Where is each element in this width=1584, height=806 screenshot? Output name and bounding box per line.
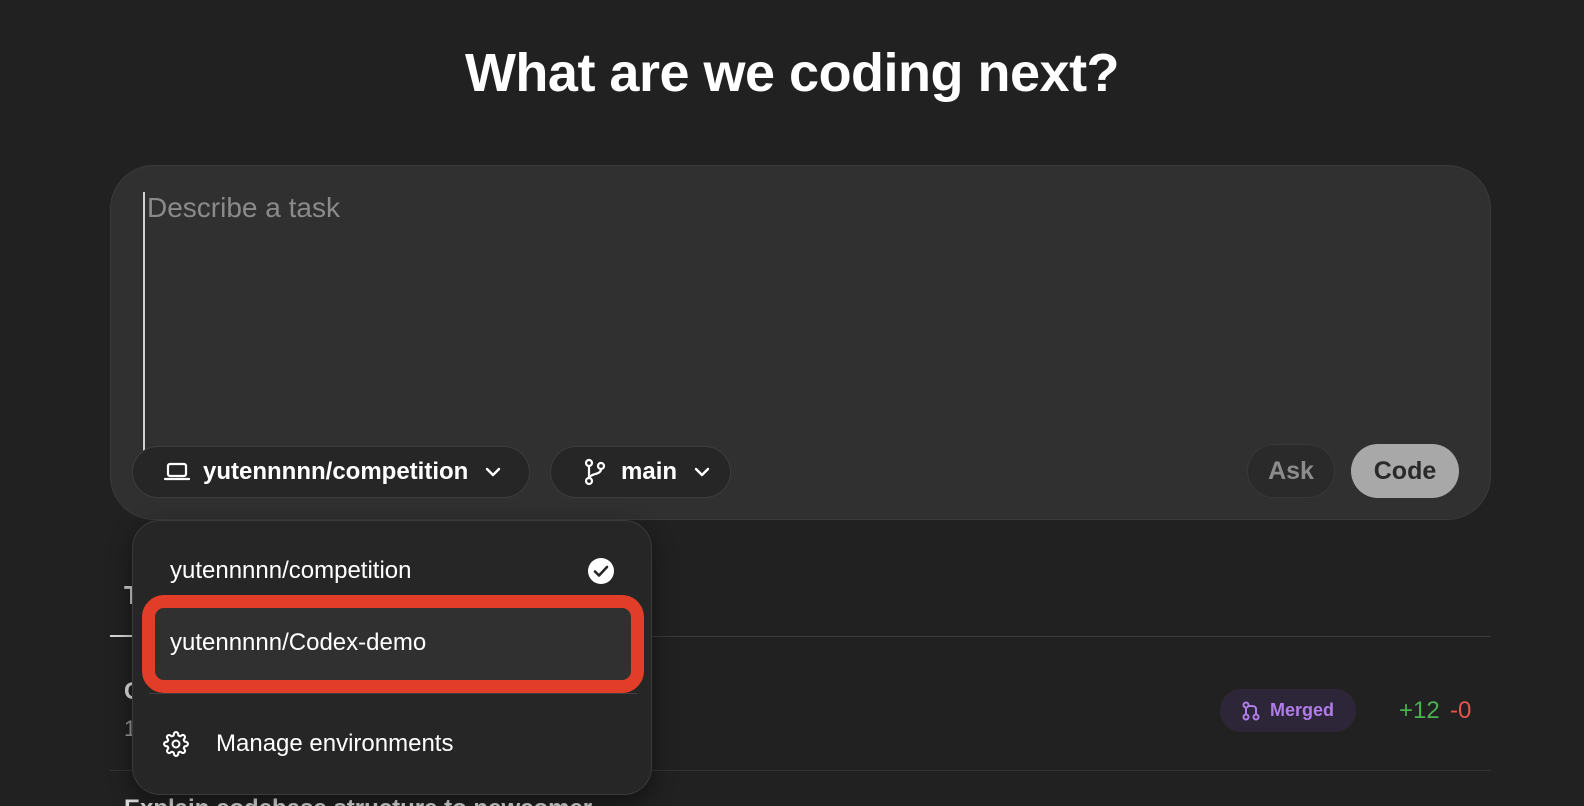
- laptop-icon: [163, 458, 191, 486]
- manage-environments-label: Manage environments: [216, 730, 454, 757]
- manage-environments-item[interactable]: Manage environments: [133, 714, 653, 774]
- branch-selector[interactable]: main: [550, 446, 731, 498]
- task-composer: yutennnnn/competition main: [110, 165, 1491, 520]
- chevron-down-icon: [484, 466, 502, 478]
- page-title: What are we coding next?: [464, 43, 1120, 103]
- branch-label: main: [621, 458, 678, 485]
- environment-label: yutennnnn/competition: [203, 458, 469, 485]
- git-branch-icon: [581, 458, 609, 486]
- dropdown-item-label: yutennnnn/Codex-demo: [170, 629, 427, 656]
- status-badge: Merged: [1220, 689, 1356, 732]
- check-circle-icon: [587, 557, 615, 592]
- environment-selector[interactable]: yutennnnn/competition: [132, 446, 530, 498]
- dropdown-separator: [149, 693, 637, 694]
- environment-dropdown: yutennnnn/competition yutennnnn/Codex-de…: [132, 520, 652, 795]
- code-button[interactable]: Code: [1351, 444, 1459, 498]
- git-merge-icon: [1242, 701, 1260, 721]
- dropdown-item-label: yutennnnn/competition: [170, 557, 412, 584]
- ask-button[interactable]: Ask: [1247, 444, 1335, 498]
- gear-icon: [163, 731, 189, 757]
- page: What are we coding next? yutennnnn/compe…: [0, 0, 1584, 806]
- diff-additions: +12: [1399, 697, 1440, 724]
- chevron-down-icon: [693, 466, 711, 478]
- task-row-title[interactable]: Explain codebase structure to newcomer: [124, 795, 592, 806]
- dropdown-item-competition[interactable]: yutennnnn/competition: [133, 541, 653, 601]
- task-input[interactable]: [143, 192, 1443, 452]
- status-badge-label: Merged: [1269, 700, 1334, 720]
- dropdown-item-codex-demo[interactable]: yutennnnn/Codex-demo: [133, 613, 653, 673]
- diff-deletions: -0: [1450, 697, 1472, 724]
